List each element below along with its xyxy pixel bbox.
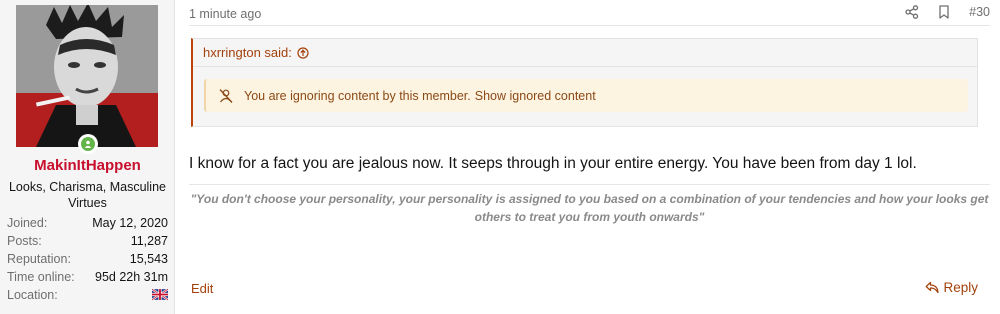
stat-label: Reputation: [7, 252, 71, 266]
stat-joined: Joined: May 12, 2020 [7, 214, 168, 232]
post-message: I know for a fact you are jealous now. I… [189, 155, 917, 172]
quote-header: hxrrington said: [193, 39, 977, 67]
stat-label: Joined: [7, 216, 48, 230]
post-number[interactable]: #30 [969, 5, 990, 19]
show-ignored-content-link[interactable]: Show ignored content [475, 89, 596, 103]
stat-value: 15,543 [129, 252, 168, 266]
user-stats: Joined: May 12, 2020 Posts: 11,287 Reput… [7, 214, 169, 304]
avatar[interactable] [16, 5, 158, 147]
stat-posts: Posts: 11,287 [7, 232, 168, 250]
post-actions: #30 [905, 5, 990, 19]
username[interactable]: MakinItHappen [0, 157, 175, 174]
stat-label: Location: [7, 288, 58, 302]
stat-time-online: Time online: 95d 22h 31m [7, 268, 168, 286]
reply-label: Reply [943, 280, 978, 295]
user-sidebar: MakinItHappen Looks, Charisma, Masculine… [0, 0, 175, 314]
edit-button[interactable]: Edit [191, 281, 213, 296]
reply-button[interactable]: Reply [925, 280, 978, 295]
stat-reputation: Reputation: 15,543 [7, 250, 168, 268]
stat-location: Location: [7, 286, 169, 304]
uk-flag-icon [151, 286, 169, 304]
reply-icon [926, 281, 940, 294]
stat-label: Posts: [7, 234, 42, 248]
forum-post: MakinItHappen Looks, Charisma, Masculine… [0, 0, 1000, 314]
stat-value: 95d 22h 31m [95, 270, 168, 284]
stat-value: May 12, 2020 [92, 216, 168, 230]
ignore-icon [219, 88, 233, 103]
post-time[interactable]: 1 minute ago [189, 7, 261, 21]
quote-author[interactable]: hxrrington said: [203, 45, 292, 60]
user-title: Looks, Charisma, Masculine Virtues [8, 180, 166, 210]
stat-label: Time online: [7, 270, 75, 284]
quote-block: hxrrington said: You are ignoring conten… [191, 38, 978, 127]
stat-value: 11,287 [130, 234, 168, 248]
arrow-up-circle-icon[interactable] [297, 46, 309, 59]
bookmark-icon[interactable] [937, 5, 951, 19]
ignored-message: You are ignoring content by this member. [244, 88, 471, 103]
online-status-icon [78, 134, 98, 154]
share-icon[interactable] [905, 5, 919, 19]
post-main: 1 minute ago #30 hxrrington said: You ar… [175, 0, 1000, 314]
user-signature: "You don't choose your personality, your… [189, 184, 990, 226]
ignored-content-notice: You are ignoring content by this member.… [204, 79, 968, 112]
post-attribution: 1 minute ago #30 [189, 0, 990, 26]
